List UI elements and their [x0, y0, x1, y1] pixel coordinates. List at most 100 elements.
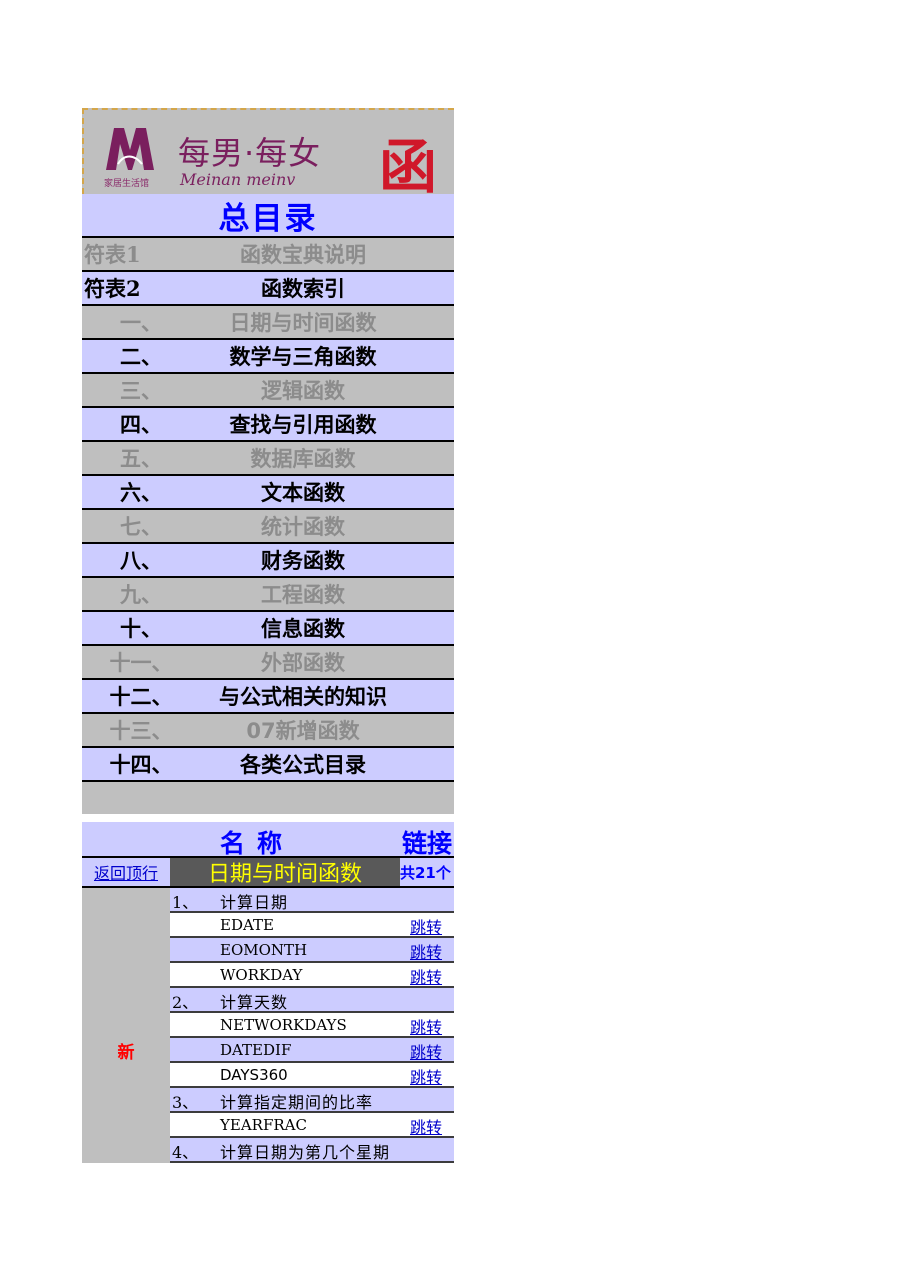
menu-list: 符表1 函数宝典说明符表2 函数索引一、 日期与时间函数二、 数学与三角函数三、 逻辑函数…: [82, 238, 454, 782]
new-tag-cell: 新: [82, 888, 170, 1163]
banner: 家居生活馆 每男·每女 Meinan meinv 函: [82, 108, 454, 194]
function-name: EDATE: [220, 916, 274, 934]
gap-row: [82, 814, 454, 822]
jump-link[interactable]: 跳转: [410, 939, 442, 963]
menu-item-5[interactable]: 三、 逻辑函数: [82, 374, 454, 408]
menu-item-label: 数学与三角函数: [229, 344, 377, 369]
function-row: EOMONTH 跳转: [170, 938, 454, 963]
function-row: WORKDAY 跳转: [170, 963, 454, 988]
jump-link[interactable]: 跳转: [410, 914, 442, 938]
brand-name-en: Meinan meinv: [180, 170, 296, 189]
function-name: EOMONTH: [220, 941, 308, 959]
jump-link[interactable]: 跳转: [410, 964, 442, 988]
jump-link[interactable]: 跳转: [410, 1114, 442, 1138]
menu-item-label: 工程函数: [261, 582, 345, 607]
menu-item-label: 数据库函数: [250, 446, 356, 471]
menu-item-label: 文本函数: [261, 480, 345, 505]
menu-item-label: 函数索引: [261, 277, 345, 301]
column-name-header: 名称: [220, 829, 295, 858]
menu-item-number: 十一、: [109, 650, 173, 675]
menu-item-number: 八、: [120, 548, 162, 573]
menu-item-label: 各类公式目录: [240, 752, 366, 777]
title-row: 总目录: [82, 194, 454, 238]
new-tag: 新: [117, 1043, 135, 1063]
function-row: EDATE 跳转: [170, 913, 454, 938]
menu-item-2[interactable]: 符表2 函数索引: [82, 272, 454, 306]
category-row: 1、 计算日期: [170, 888, 454, 913]
category-number: 1、: [172, 893, 199, 912]
menu-item-9[interactable]: 七、 统计函数: [82, 510, 454, 544]
menu-item-3[interactable]: 一、 日期与时间函数: [82, 306, 454, 340]
function-name: NETWORKDAYS: [220, 1016, 347, 1034]
back-to-top-cell: 返回顶行: [82, 858, 170, 888]
function-row: DAYS360 跳转: [170, 1063, 454, 1088]
section-count-cell: 共21个: [400, 858, 454, 888]
category-row: 2、 计算天数: [170, 988, 454, 1013]
menu-item-number: 十、: [120, 616, 162, 641]
menu-item-4[interactable]: 二、 数学与三角函数: [82, 340, 454, 374]
menu-item-13[interactable]: 十一、 外部函数: [82, 646, 454, 680]
menu-item-11[interactable]: 九、 工程函数: [82, 578, 454, 612]
category-title: 计算日期: [220, 893, 289, 912]
menu-item-number: 符表2: [84, 276, 141, 301]
menu-item-number: 十二、: [109, 684, 173, 709]
function-name: DAYS360: [220, 1066, 288, 1084]
menu-item-15[interactable]: 十三、 07新增函数: [82, 714, 454, 748]
function-list: 新 1、 计算日期 EDATE 跳转 EOMONTH 跳转 WORKDAY 跳转 2、 计算天数 N…: [82, 888, 454, 1163]
menu-item-number: 七、: [120, 514, 162, 539]
menu-item-label: 信息函数: [261, 616, 345, 641]
menu-item-number: 符表1: [84, 242, 141, 267]
brand-logo-icon: [106, 128, 154, 170]
column-link-header: 链接: [402, 829, 453, 858]
category-number: 4、: [172, 1143, 199, 1162]
menu-item-label: 函数宝典说明: [240, 243, 366, 267]
category-row: 4、 计算日期为第几个星期: [170, 1138, 454, 1163]
menu-item-number: 五、: [120, 446, 162, 471]
menu-item-label: 外部函数: [261, 650, 345, 675]
category-title: 计算天数: [220, 993, 289, 1012]
function-name: WORKDAY: [220, 966, 303, 984]
menu-item-6[interactable]: 四、 查找与引用函数: [82, 408, 454, 442]
jump-link[interactable]: 跳转: [410, 1014, 442, 1038]
jump-link[interactable]: 跳转: [410, 1064, 442, 1088]
menu-item-number: 一、: [120, 310, 162, 335]
category-number: 3、: [172, 1093, 199, 1112]
page-title: 总目录: [218, 200, 318, 237]
spreadsheet: 家居生活馆 每男·每女 Meinan meinv 函 总目录 符表1 函数宝典说明…: [82, 108, 454, 1163]
logo-subtitle: 家居生活馆: [104, 179, 150, 189]
menu-item-14[interactable]: 十二、 与公式相关的知识: [82, 680, 454, 714]
section-title-cell: 日期与时间函数: [170, 858, 400, 888]
function-row: NETWORKDAYS 跳转: [170, 1013, 454, 1038]
section-title: 日期与时间函数: [207, 862, 362, 887]
menu-item-label: 逻辑函数: [261, 378, 345, 403]
category-row: 3、 计算指定期间的比率: [170, 1088, 454, 1113]
menu-item-number: 四、: [120, 412, 162, 437]
column-header: 名称 链接: [82, 822, 454, 858]
category-title: 计算指定期间的比率: [220, 1093, 374, 1112]
menu-item-number: 九、: [120, 582, 162, 607]
menu-item-number: 三、: [120, 378, 162, 403]
menu-item-label: 查找与引用函数: [229, 412, 377, 437]
menu-item-label: 财务函数: [261, 548, 345, 573]
category-number: 2、: [172, 993, 199, 1012]
spacer-row: [82, 782, 454, 814]
back-to-top-link[interactable]: 返回顶行: [94, 860, 158, 884]
menu-item-label: 日期与时间函数: [229, 310, 377, 335]
menu-item-8[interactable]: 六、 文本函数: [82, 476, 454, 510]
menu-item-10[interactable]: 八、 财务函数: [82, 544, 454, 578]
menu-item-number: 二、: [120, 344, 162, 369]
menu-item-number: 六、: [120, 480, 162, 505]
menu-item-number: 十三、: [109, 718, 173, 743]
jump-link[interactable]: 跳转: [410, 1039, 442, 1063]
category-title: 计算日期为第几个星期: [220, 1143, 391, 1162]
menu-item-1[interactable]: 符表1 函数宝典说明: [82, 238, 454, 272]
function-name: YEARFRAC: [220, 1116, 307, 1134]
menu-item-12[interactable]: 十、 信息函数: [82, 612, 454, 646]
function-row: DATEDIF 跳转: [170, 1038, 454, 1063]
banner-red-title: 函: [379, 133, 438, 194]
menu-item-7[interactable]: 五、 数据库函数: [82, 442, 454, 476]
function-row: YEARFRAC 跳转: [170, 1113, 454, 1138]
menu-item-16[interactable]: 十四、 各类公式目录: [82, 748, 454, 782]
brand-name-cn: 每男·每女: [178, 134, 322, 172]
function-name: DATEDIF: [220, 1041, 292, 1059]
